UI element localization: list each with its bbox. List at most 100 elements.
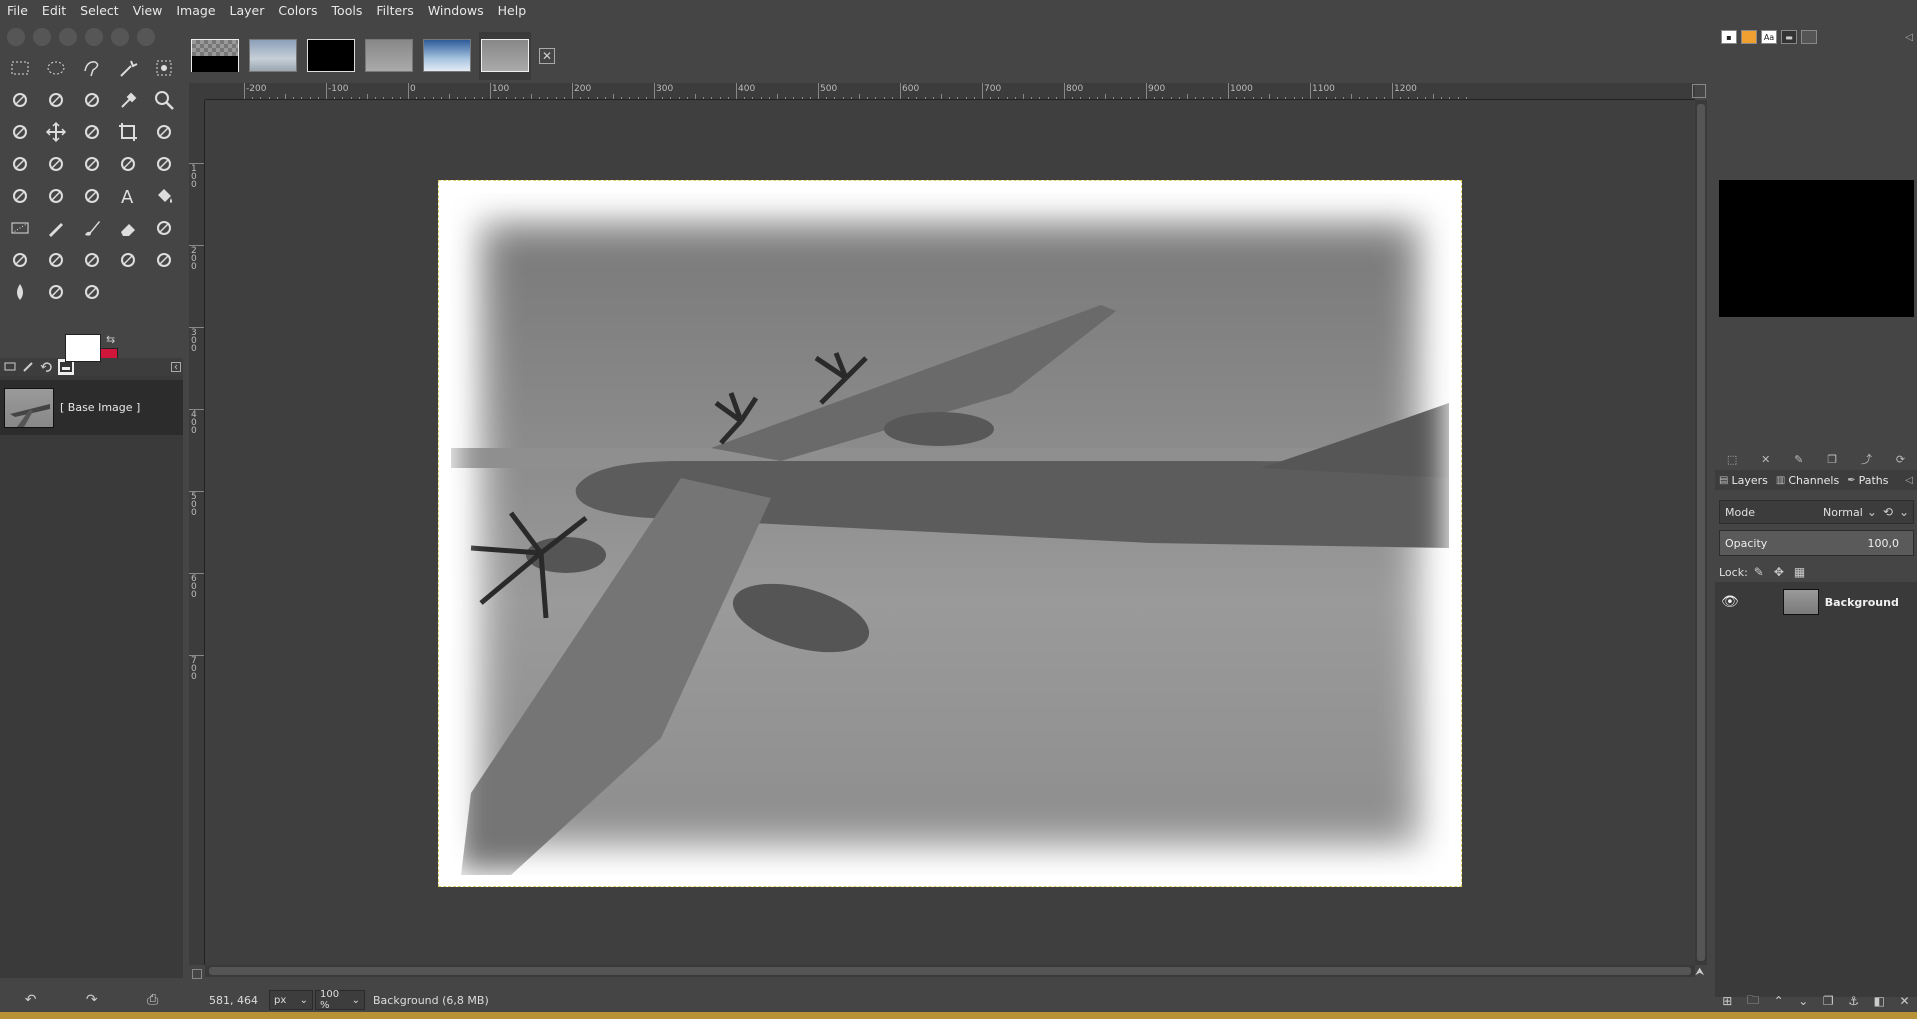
align-icon[interactable] <box>74 116 110 148</box>
delete-layer-icon[interactable]: ✕ <box>1900 994 1910 1008</box>
configure-tab-icon[interactable]: ◁ <box>1905 475 1913 486</box>
tool-options-tab-icon[interactable] <box>2 359 18 375</box>
eraser-icon[interactable] <box>110 212 146 244</box>
export-icon[interactable]: ⤴ <box>1861 451 1872 467</box>
bucket-fill-icon[interactable] <box>146 180 182 212</box>
vertical-scrollbar[interactable] <box>1695 100 1707 965</box>
swap-colors-icon[interactable]: ⇆ <box>106 333 120 347</box>
canvas-area[interactable] <box>205 100 1695 965</box>
palette-tab-icon[interactable] <box>1741 30 1757 44</box>
3d-transform-icon[interactable] <box>146 148 182 180</box>
perspective-clone-icon[interactable] <box>146 244 182 276</box>
image-tab[interactable] <box>363 32 415 80</box>
delete-icon[interactable]: ✕ <box>1761 453 1770 466</box>
crop-icon[interactable] <box>110 116 146 148</box>
flip-icon[interactable] <box>2 180 38 212</box>
configure-tab-icon[interactable] <box>168 359 184 375</box>
scissors-select-icon[interactable] <box>2 84 38 116</box>
lower-layer-icon[interactable]: ⌄ <box>1798 994 1808 1008</box>
duplicate-icon[interactable]: ❐ <box>1827 453 1837 466</box>
lock-position-icon[interactable]: ✥ <box>1774 565 1784 579</box>
menu-windows[interactable]: Windows <box>421 0 491 22</box>
quick-mask-icon[interactable] <box>192 969 202 979</box>
clone-icon[interactable] <box>74 244 110 276</box>
unit-select[interactable]: px ⌄ <box>269 990 313 1010</box>
menu-layer[interactable]: Layer <box>223 0 272 22</box>
fg-bg-tab-icon[interactable]: ▪ <box>1721 30 1737 44</box>
mask-icon[interactable]: ◧ <box>1874 994 1885 1008</box>
menu-help[interactable]: Help <box>491 0 534 22</box>
horizontal-ruler[interactable]: -200 -100 0 100 200 300 400 500 600 700 800 900 1000… <box>205 83 1695 100</box>
paths-icon[interactable] <box>74 84 110 116</box>
foreground-select-icon[interactable] <box>38 84 74 116</box>
undo-icon[interactable]: ↶ <box>25 992 37 1008</box>
opacity-slider[interactable]: Opacity 100,0 <box>1719 530 1914 556</box>
dodge-burn-icon[interactable] <box>74 276 110 308</box>
image-canvas[interactable] <box>438 180 1462 887</box>
foreground-color[interactable] <box>65 334 101 362</box>
image-tab[interactable] <box>305 32 357 80</box>
lock-pixels-icon[interactable]: ✎ <box>1754 565 1764 579</box>
zoom-follow-icon[interactable] <box>1692 84 1706 98</box>
horizontal-scroll-thumb[interactable] <box>209 967 1691 975</box>
tab-paths[interactable]: ✒ Paths <box>1843 474 1892 487</box>
zoom-icon[interactable] <box>146 84 182 116</box>
refresh-icon[interactable]: ⟳ <box>1896 453 1905 466</box>
blur-icon[interactable] <box>2 276 38 308</box>
pencil-icon[interactable] <box>38 212 74 244</box>
fuzzy-select-icon[interactable] <box>110 52 146 84</box>
rotate-icon[interactable] <box>2 148 38 180</box>
raise-layer-icon[interactable]: ⌃ <box>1774 994 1784 1008</box>
shear-icon[interactable] <box>74 148 110 180</box>
color-picker-icon[interactable] <box>110 84 146 116</box>
menu-view[interactable]: View <box>126 0 170 22</box>
vertical-scroll-thumb[interactable] <box>1697 104 1705 961</box>
image-tab[interactable] <box>189 32 241 80</box>
image-tab[interactable] <box>247 32 299 80</box>
menu-image[interactable]: Image <box>169 0 222 22</box>
menu-edit[interactable]: Edit <box>35 0 73 22</box>
menu-select[interactable]: Select <box>73 0 126 22</box>
layer-mode-select[interactable]: Mode Normal ⌄ ⟲ ⌄ <box>1719 500 1914 524</box>
configure-tab-icon[interactable]: ◁ <box>1905 32 1913 43</box>
move-icon[interactable] <box>38 116 74 148</box>
airbrush-icon[interactable] <box>146 212 182 244</box>
ink-icon[interactable] <box>2 244 38 276</box>
tab-layers[interactable]: ▤ Layers <box>1715 474 1772 487</box>
menu-file[interactable]: File <box>0 0 35 22</box>
measure-icon[interactable] <box>2 116 38 148</box>
undo-history-tab-icon[interactable] <box>38 359 54 375</box>
fonts-tab-icon[interactable]: Aa <box>1761 30 1777 44</box>
smudge-icon[interactable] <box>38 276 74 308</box>
select-by-color-icon[interactable] <box>146 52 182 84</box>
anchor-layer-icon[interactable]: ⚓ <box>1848 994 1859 1008</box>
paintbrush-icon[interactable] <box>74 212 110 244</box>
select-icon[interactable]: ⬚ <box>1727 453 1737 466</box>
rect-select-icon[interactable] <box>2 52 38 84</box>
free-select-icon[interactable] <box>74 52 110 84</box>
perspective-icon[interactable] <box>110 148 146 180</box>
eye-icon[interactable]: 👁 <box>1721 594 1739 610</box>
clear-history-icon[interactable]: ⎙ <box>147 992 158 1008</box>
unified-transform-icon[interactable] <box>146 116 182 148</box>
image-tab-active[interactable] <box>479 31 531 80</box>
chevron-down-icon[interactable]: ⌄ <box>1899 505 1909 519</box>
close-icon[interactable]: ✕ <box>539 47 555 64</box>
menu-tools[interactable]: Tools <box>325 0 370 22</box>
vertical-ruler[interactable]: 01 0 02 0 03 0 04 0 05 0 06 0 07 0 0 <box>189 100 205 965</box>
cage-transform-icon[interactable] <box>38 180 74 212</box>
new-group-icon[interactable]: 🗀 <box>1747 991 1759 1012</box>
patterns-tab-icon[interactable] <box>1801 30 1817 44</box>
gradients-tab-icon[interactable]: ▬ <box>1781 30 1797 44</box>
base-image-item[interactable]: [ Base Image ] <box>0 380 183 435</box>
lock-alpha-icon[interactable]: ▦ <box>1794 565 1805 579</box>
layer-row-background[interactable]: 👁 Background <box>1715 582 1917 622</box>
menu-filters[interactable]: Filters <box>369 0 420 22</box>
heal-icon[interactable] <box>110 244 146 276</box>
layers-list[interactable] <box>1715 622 1917 997</box>
reset-mode-icon[interactable]: ⟲ <box>1883 505 1893 519</box>
layer-name[interactable]: Background <box>1825 596 1899 609</box>
text-icon[interactable]: A <box>110 180 146 212</box>
redo-icon[interactable]: ↷ <box>86 992 98 1008</box>
menu-colors[interactable]: Colors <box>271 0 324 22</box>
